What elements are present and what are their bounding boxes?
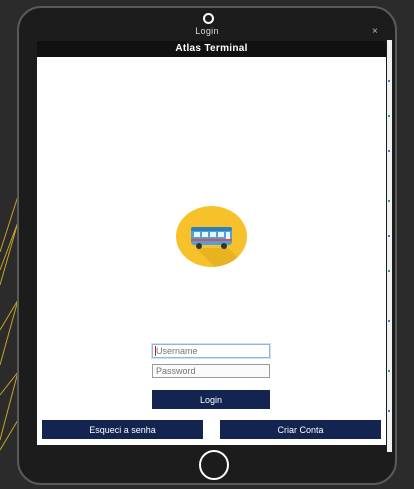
forgot-password-button[interactable]: Esqueci a senha: [42, 420, 203, 439]
strip-mark: [388, 200, 390, 202]
bus-icon-graphic: [191, 227, 247, 267]
create-account-button[interactable]: Criar Conta: [220, 420, 381, 439]
password-field[interactable]: [152, 364, 270, 378]
bus-icon: [176, 206, 247, 267]
text-caret: [155, 346, 156, 356]
strip-mark: [388, 270, 390, 272]
window-title: Login: [195, 26, 219, 36]
strip-mark: [388, 370, 390, 372]
strip-mark: [388, 80, 390, 82]
strip-mark: [388, 150, 390, 152]
camera-icon: [203, 13, 214, 24]
strip-mark: [388, 235, 390, 237]
window-side-strip: [387, 40, 392, 452]
home-button[interactable]: [199, 450, 229, 480]
strip-mark: [388, 320, 390, 322]
username-field[interactable]: [152, 344, 270, 358]
strip-mark: [388, 115, 390, 117]
close-icon[interactable]: ×: [372, 27, 378, 37]
login-button[interactable]: Login: [152, 390, 270, 409]
app-header-title: Atlas Terminal: [37, 41, 386, 57]
strip-mark: [388, 410, 390, 412]
